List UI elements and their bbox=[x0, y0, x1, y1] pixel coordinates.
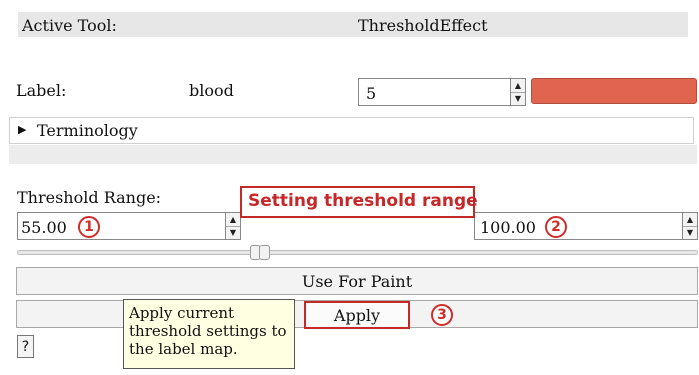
label-caption: Label: bbox=[16, 81, 67, 100]
max-spin-buttons[interactable]: ▲ ▼ bbox=[682, 213, 697, 239]
apply-button[interactable]: Apply bbox=[304, 301, 410, 329]
threshold-range-slider[interactable] bbox=[17, 250, 698, 255]
step-badge-1: 1 bbox=[78, 216, 100, 238]
active-tool-label: Active Tool: bbox=[22, 16, 117, 35]
label-name: blood bbox=[189, 81, 234, 100]
label-value-spinbox[interactable]: ▲ ▼ bbox=[358, 78, 526, 106]
step-badge-2: 2 bbox=[545, 216, 567, 238]
tooltip-line: Apply current bbox=[129, 304, 235, 322]
threshold-range-label: Threshold Range: bbox=[17, 188, 162, 207]
tooltip-line: the label map. bbox=[129, 340, 238, 358]
arrow-up-icon[interactable]: ▲ bbox=[511, 79, 525, 93]
active-tool-value: ThresholdEffect bbox=[358, 16, 488, 35]
active-tool-bar bbox=[18, 12, 688, 37]
triangle-right-icon[interactable]: ▶ bbox=[18, 123, 26, 136]
section-divider bbox=[9, 145, 697, 164]
arrow-up-icon[interactable]: ▲ bbox=[683, 213, 697, 227]
threshold-min-value: 55.00 bbox=[21, 218, 67, 237]
help-button[interactable]: ? bbox=[17, 335, 34, 358]
tooltip-line: threshold settings to bbox=[129, 322, 287, 340]
arrow-up-icon[interactable]: ▲ bbox=[226, 213, 240, 227]
terminology-label[interactable]: Terminology bbox=[37, 121, 138, 140]
apply-tooltip: Apply current threshold settings to the … bbox=[123, 299, 295, 369]
label-spin-buttons[interactable]: ▲ ▼ bbox=[510, 79, 525, 105]
callout-text: Setting threshold range bbox=[248, 191, 478, 211]
arrow-down-icon[interactable]: ▼ bbox=[511, 92, 525, 105]
use-for-paint-button[interactable]: Use For Paint bbox=[16, 267, 698, 295]
arrow-down-icon[interactable]: ▼ bbox=[683, 226, 697, 239]
step-badge-3: 3 bbox=[431, 304, 453, 326]
label-color-button[interactable] bbox=[531, 78, 697, 104]
min-spin-buttons[interactable]: ▲ ▼ bbox=[225, 213, 240, 239]
slider-handle-max[interactable] bbox=[259, 245, 270, 260]
label-value-text: 5 bbox=[366, 84, 377, 103]
arrow-down-icon[interactable]: ▼ bbox=[226, 226, 240, 239]
threshold-max-value: 100.00 bbox=[480, 218, 536, 237]
